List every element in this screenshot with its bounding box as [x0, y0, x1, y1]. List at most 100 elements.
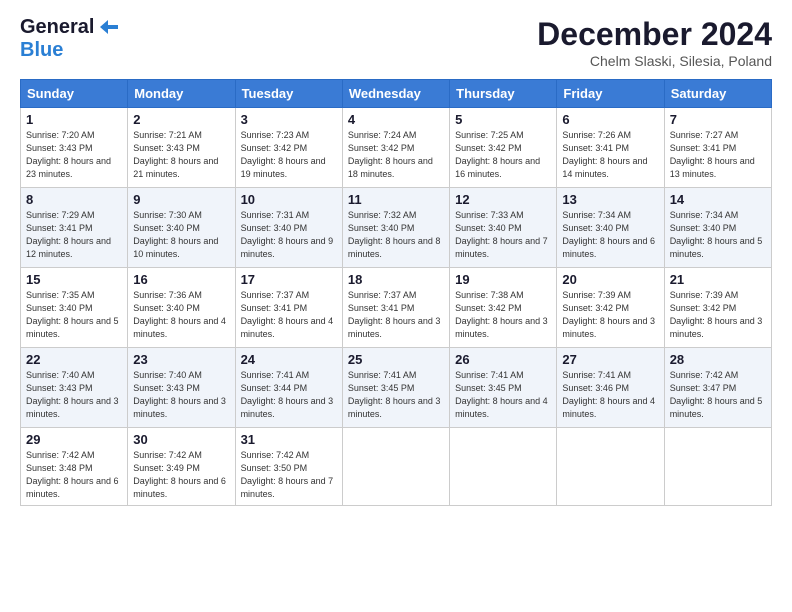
logo-bird-icon [96, 18, 118, 36]
day-info: Sunrise: 7:41 AMSunset: 3:46 PMDaylight:… [562, 369, 658, 421]
calendar-cell: 18 Sunrise: 7:37 AMSunset: 3:41 PMDayligh… [342, 268, 449, 348]
day-number: 16 [133, 272, 229, 287]
day-number: 18 [348, 272, 444, 287]
calendar-cell: 13 Sunrise: 7:34 AMSunset: 3:40 PMDayligh… [557, 188, 664, 268]
calendar-table: SundayMondayTuesdayWednesdayThursdayFrid… [20, 79, 772, 506]
day-number: 15 [26, 272, 122, 287]
day-info: Sunrise: 7:27 AMSunset: 3:41 PMDaylight:… [670, 129, 766, 181]
day-info: Sunrise: 7:37 AMSunset: 3:41 PMDaylight:… [241, 289, 337, 341]
day-number: 13 [562, 192, 658, 207]
day-info: Sunrise: 7:21 AMSunset: 3:43 PMDaylight:… [133, 129, 229, 181]
calendar-cell: 31 Sunrise: 7:42 AMSunset: 3:50 PMDayligh… [235, 428, 342, 506]
calendar-cell: 2 Sunrise: 7:21 AMSunset: 3:43 PMDaylight… [128, 108, 235, 188]
column-header-friday: Friday [557, 80, 664, 108]
day-info: Sunrise: 7:24 AMSunset: 3:42 PMDaylight:… [348, 129, 444, 181]
day-info: Sunrise: 7:40 AMSunset: 3:43 PMDaylight:… [26, 369, 122, 421]
day-number: 12 [455, 192, 551, 207]
column-header-monday: Monday [128, 80, 235, 108]
day-number: 11 [348, 192, 444, 207]
calendar-cell: 22 Sunrise: 7:40 AMSunset: 3:43 PMDayligh… [21, 348, 128, 428]
day-number: 24 [241, 352, 337, 367]
calendar-cell [450, 428, 557, 506]
calendar-cell: 19Sunrise: 7:38 AMSunset: 3:42 PMDayligh… [450, 268, 557, 348]
header: General Blue December 2024 Chelm Slaski,… [20, 16, 772, 69]
day-number: 1 [26, 112, 122, 127]
calendar-cell: 4 Sunrise: 7:24 AMSunset: 3:42 PMDaylight… [342, 108, 449, 188]
day-info: Sunrise: 7:42 AMSunset: 3:48 PMDaylight:… [26, 449, 122, 501]
calendar-cell: 8Sunrise: 7:29 AMSunset: 3:41 PMDaylight… [21, 188, 128, 268]
day-number: 19 [455, 272, 551, 287]
calendar-cell: 21 Sunrise: 7:39 AMSunset: 3:42 PMDayligh… [664, 268, 771, 348]
calendar-cell [342, 428, 449, 506]
day-number: 31 [241, 432, 337, 447]
calendar-cell: 7 Sunrise: 7:27 AMSunset: 3:41 PMDaylight… [664, 108, 771, 188]
day-number: 20 [562, 272, 658, 287]
calendar-cell: 12Sunrise: 7:33 AMSunset: 3:40 PMDayligh… [450, 188, 557, 268]
column-header-wednesday: Wednesday [342, 80, 449, 108]
calendar-cell: 24Sunrise: 7:41 AMSunset: 3:44 PMDayligh… [235, 348, 342, 428]
day-info: Sunrise: 7:23 AMSunset: 3:42 PMDaylight:… [241, 129, 337, 181]
day-number: 8 [26, 192, 122, 207]
day-number: 14 [670, 192, 766, 207]
calendar-cell [557, 428, 664, 506]
day-info: Sunrise: 7:42 AMSunset: 3:47 PMDaylight:… [670, 369, 766, 421]
calendar-cell: 1 Sunrise: 7:20 AMSunset: 3:43 PMDaylight… [21, 108, 128, 188]
calendar-cell: 16 Sunrise: 7:36 AMSunset: 3:40 PMDayligh… [128, 268, 235, 348]
column-header-saturday: Saturday [664, 80, 771, 108]
day-info: Sunrise: 7:39 AMSunset: 3:42 PMDaylight:… [670, 289, 766, 341]
day-number: 17 [241, 272, 337, 287]
day-info: Sunrise: 7:31 AMSunset: 3:40 PMDaylight:… [241, 209, 337, 261]
day-info: Sunrise: 7:42 AMSunset: 3:50 PMDaylight:… [241, 449, 337, 501]
week-row-3: 15 Sunrise: 7:35 AMSunset: 3:40 PMDayligh… [21, 268, 772, 348]
day-number: 23 [133, 352, 229, 367]
calendar-cell: 28Sunrise: 7:42 AMSunset: 3:47 PMDayligh… [664, 348, 771, 428]
day-info: Sunrise: 7:34 AMSunset: 3:40 PMDaylight:… [670, 209, 766, 261]
day-number: 22 [26, 352, 122, 367]
day-number: 7 [670, 112, 766, 127]
day-info: Sunrise: 7:35 AMSunset: 3:40 PMDaylight:… [26, 289, 122, 341]
day-info: Sunrise: 7:41 AMSunset: 3:45 PMDaylight:… [348, 369, 444, 421]
calendar-cell: 25 Sunrise: 7:41 AMSunset: 3:45 PMDayligh… [342, 348, 449, 428]
day-info: Sunrise: 7:25 AMSunset: 3:42 PMDaylight:… [455, 129, 551, 181]
logo-general: General [20, 16, 94, 39]
calendar-cell: 27 Sunrise: 7:41 AMSunset: 3:46 PMDayligh… [557, 348, 664, 428]
calendar-cell: 11 Sunrise: 7:32 AMSunset: 3:40 PMDayligh… [342, 188, 449, 268]
day-info: Sunrise: 7:34 AMSunset: 3:40 PMDaylight:… [562, 209, 658, 261]
calendar-cell: 10Sunrise: 7:31 AMSunset: 3:40 PMDayligh… [235, 188, 342, 268]
calendar-cell: 9 Sunrise: 7:30 AMSunset: 3:40 PMDaylight… [128, 188, 235, 268]
day-info: Sunrise: 7:37 AMSunset: 3:41 PMDaylight:… [348, 289, 444, 341]
week-row-2: 8Sunrise: 7:29 AMSunset: 3:41 PMDaylight… [21, 188, 772, 268]
calendar-cell: 5Sunrise: 7:25 AMSunset: 3:42 PMDaylight… [450, 108, 557, 188]
calendar-cell: 15 Sunrise: 7:35 AMSunset: 3:40 PMDayligh… [21, 268, 128, 348]
day-info: Sunrise: 7:30 AMSunset: 3:40 PMDaylight:… [133, 209, 229, 261]
calendar-cell: 23 Sunrise: 7:40 AMSunset: 3:43 PMDayligh… [128, 348, 235, 428]
calendar-cell: 6 Sunrise: 7:26 AMSunset: 3:41 PMDaylight… [557, 108, 664, 188]
day-info: Sunrise: 7:26 AMSunset: 3:41 PMDaylight:… [562, 129, 658, 181]
column-header-thursday: Thursday [450, 80, 557, 108]
day-info: Sunrise: 7:20 AMSunset: 3:43 PMDaylight:… [26, 129, 122, 181]
day-info: Sunrise: 7:36 AMSunset: 3:40 PMDaylight:… [133, 289, 229, 341]
calendar-cell: 14 Sunrise: 7:34 AMSunset: 3:40 PMDayligh… [664, 188, 771, 268]
header-row: SundayMondayTuesdayWednesdayThursdayFrid… [21, 80, 772, 108]
day-number: 4 [348, 112, 444, 127]
logo-blue: Blue [20, 39, 63, 61]
day-number: 26 [455, 352, 551, 367]
day-info: Sunrise: 7:40 AMSunset: 3:43 PMDaylight:… [133, 369, 229, 421]
column-header-tuesday: Tuesday [235, 80, 342, 108]
logo: General Blue [20, 16, 118, 62]
day-number: 6 [562, 112, 658, 127]
page: General Blue December 2024 Chelm Slaski,… [0, 0, 792, 612]
day-info: Sunrise: 7:41 AMSunset: 3:45 PMDaylight:… [455, 369, 551, 421]
day-info: Sunrise: 7:32 AMSunset: 3:40 PMDaylight:… [348, 209, 444, 261]
calendar-cell: 3Sunrise: 7:23 AMSunset: 3:42 PMDaylight… [235, 108, 342, 188]
day-number: 27 [562, 352, 658, 367]
calendar-cell: 20Sunrise: 7:39 AMSunset: 3:42 PMDayligh… [557, 268, 664, 348]
day-number: 21 [670, 272, 766, 287]
day-number: 2 [133, 112, 229, 127]
week-row-5: 29Sunrise: 7:42 AMSunset: 3:48 PMDayligh… [21, 428, 772, 506]
day-number: 9 [133, 192, 229, 207]
calendar-cell: 30Sunrise: 7:42 AMSunset: 3:49 PMDayligh… [128, 428, 235, 506]
day-number: 30 [133, 432, 229, 447]
day-number: 25 [348, 352, 444, 367]
calendar-cell: 29Sunrise: 7:42 AMSunset: 3:48 PMDayligh… [21, 428, 128, 506]
